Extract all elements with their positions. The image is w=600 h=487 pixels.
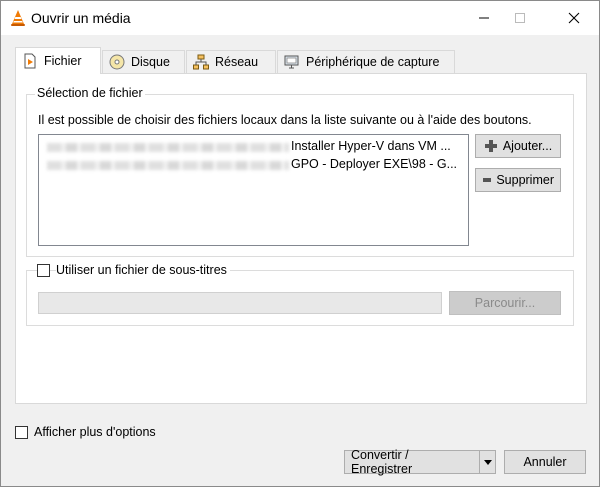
convert-save-label: Convertir / Enregistrer <box>351 448 413 476</box>
remove-file-button[interactable]: Supprimer <box>475 168 561 192</box>
tab-panel-fichier: Sélection de fichier Il est possible de … <box>15 73 587 404</box>
cancel-button[interactable]: Annuler <box>504 450 586 474</box>
tab-label: Périphérique de capture <box>306 55 440 69</box>
file-selection-title: Sélection de fichier <box>35 86 145 100</box>
redacted-path <box>47 143 289 152</box>
more-options-checkbox[interactable] <box>15 426 28 439</box>
browse-button[interactable]: Parcourir... <box>449 291 561 315</box>
add-file-label: Ajouter... <box>502 139 553 153</box>
add-file-button[interactable]: Ajouter... <box>475 134 561 158</box>
vlc-cone-icon <box>11 10 25 26</box>
more-options-label: Afficher plus d'options <box>34 425 156 439</box>
open-media-dialog: Ouvrir un média Fichier Disque Réseau Pé… <box>0 0 600 487</box>
subtitle-checkbox-label: Utiliser un fichier de sous-titres <box>56 263 230 277</box>
tab-disque[interactable]: Disque <box>102 50 185 73</box>
file-icon <box>24 53 36 69</box>
tab-label: Disque <box>131 55 170 69</box>
plus-icon <box>484 140 497 152</box>
subtitle-checkbox[interactable] <box>37 264 50 277</box>
capture-device-icon <box>284 55 299 69</box>
file-selection-description: Il est possible de choisir des fichiers … <box>38 113 532 127</box>
file-list[interactable]: Installer Hyper-V dans VM ... GPO - Depl… <box>38 134 469 246</box>
close-button[interactable] <box>551 1 597 35</box>
tab-reseau[interactable]: Réseau <box>186 50 276 73</box>
convert-save-button[interactable]: Convertir / Enregistrer <box>344 448 496 476</box>
window-title: Ouvrir un média <box>31 10 131 26</box>
minus-icon <box>483 178 492 182</box>
list-item[interactable]: Installer Hyper-V dans VM ... <box>47 138 467 156</box>
close-icon <box>568 12 580 24</box>
tab-label: Fichier <box>44 54 82 68</box>
cancel-label: Annuler <box>523 455 567 469</box>
tab-fichier[interactable]: Fichier <box>15 47 101 74</box>
maximize-button[interactable] <box>497 1 543 35</box>
remove-file-label: Supprimer <box>496 173 554 187</box>
subtitle-path-field[interactable] <box>38 292 442 314</box>
network-icon <box>193 54 209 70</box>
disc-icon <box>109 54 125 70</box>
chevron-down-icon <box>483 459 492 465</box>
tab-label: Réseau <box>215 55 259 69</box>
maximize-icon <box>515 13 525 23</box>
file-name: GPO - Deployer EXE\98 - G... <box>291 157 458 171</box>
title-bar[interactable]: Ouvrir un média <box>1 1 599 35</box>
minimize-icon <box>479 17 489 19</box>
tab-peripherique-capture[interactable]: Périphérique de capture <box>277 50 455 73</box>
file-name: Installer Hyper-V dans VM ... <box>291 139 451 153</box>
browse-label: Parcourir... <box>474 296 536 310</box>
redacted-path <box>47 161 289 170</box>
convert-options-dropdown[interactable] <box>479 451 495 473</box>
list-item[interactable]: GPO - Deployer EXE\98 - G... <box>47 156 467 174</box>
